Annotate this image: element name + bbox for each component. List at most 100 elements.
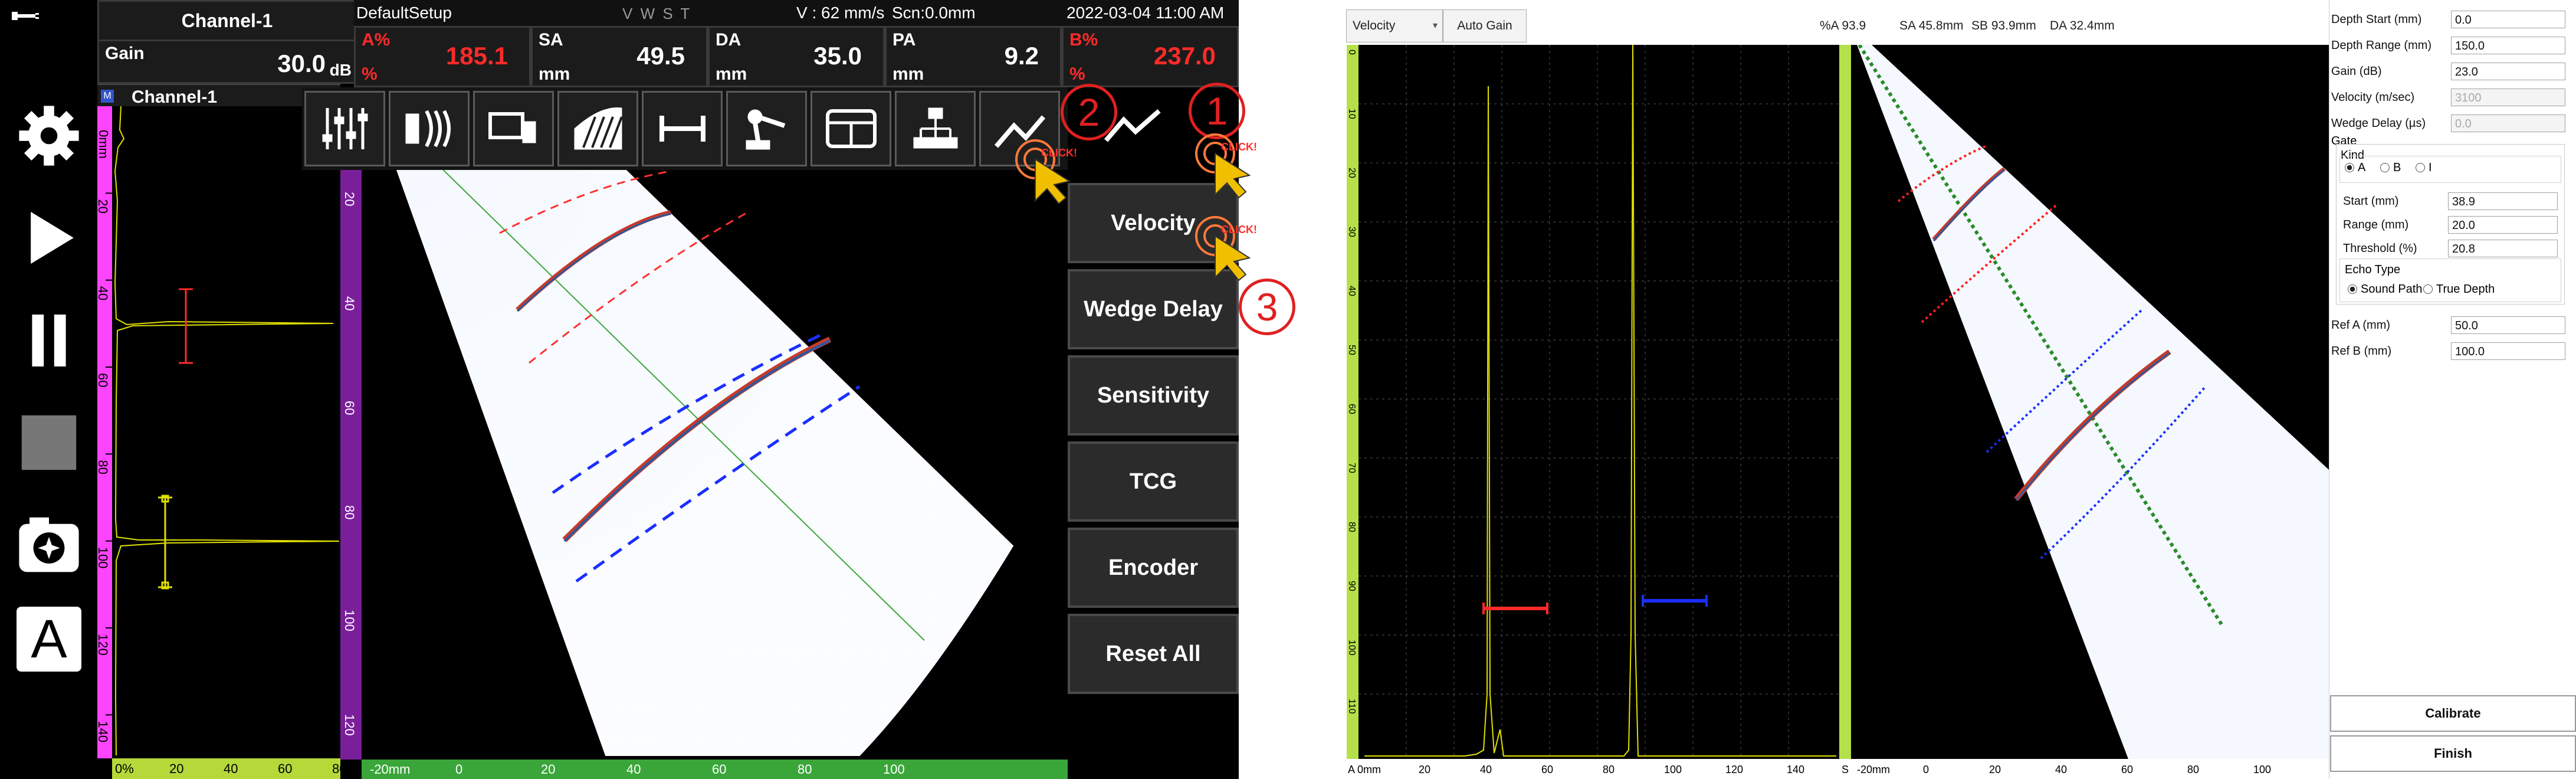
- readout-unit: %: [362, 64, 378, 84]
- echo-type-label: True Depth: [2436, 283, 2495, 296]
- gate-kind-radio[interactable]: [2416, 163, 2425, 172]
- brand-logo: V W S T: [622, 5, 692, 22]
- tool-scanner-arm[interactable]: [726, 91, 807, 166]
- sector-depth-tick: 40: [342, 296, 357, 310]
- readout-pa[interactable]: PA mm 9.2: [885, 26, 1062, 87]
- gain-cell[interactable]: Gain 30.0 dB: [97, 40, 357, 84]
- velocity-readout: V : 62 mm/s: [796, 4, 885, 22]
- a-amp-tick: 40: [224, 761, 238, 776]
- app-a-depth-tick: 30: [1347, 227, 1357, 237]
- app-sector-bottom-tick: -20mm: [1857, 764, 1890, 775]
- echo-type-radio[interactable]: [2423, 284, 2433, 294]
- readout-value: 9.2: [1004, 42, 1039, 70]
- param-field: 3100: [2451, 89, 2565, 106]
- calibrate-button[interactable]: Calibrate: [2330, 695, 2576, 732]
- side-button-sensitivity[interactable]: Sensitivity: [1068, 355, 1239, 436]
- tool-equalizer[interactable]: [304, 91, 385, 166]
- mode-select[interactable]: Velocity ▾: [1346, 9, 1443, 42]
- tool-beam[interactable]: [557, 91, 638, 166]
- sector-depth-tick: 80: [342, 505, 357, 519]
- tool-wedge[interactable]: [473, 91, 554, 166]
- echo-type-label: Sound Path: [2361, 283, 2423, 296]
- gate-kind-radio[interactable]: [2380, 163, 2390, 172]
- readout-da[interactable]: DA mm 35.0: [708, 26, 885, 87]
- gate-field[interactable]: 20.8: [2448, 240, 2558, 257]
- chevron-down-icon: ▾: [1432, 21, 1438, 31]
- app-sector-view[interactable]: S -20mm 0 20 40 60 80 100: [1839, 45, 2329, 779]
- annotation-1: 1: [1189, 83, 1245, 139]
- echo-type-radio[interactable]: [2348, 284, 2357, 294]
- ref-label: Ref A (mm): [2331, 319, 2391, 332]
- gate-field[interactable]: 38.9: [2448, 192, 2558, 210]
- side-button-label: Velocity: [1111, 210, 1196, 235]
- a-amp-tick: 20: [169, 761, 183, 776]
- side-button-reset-all[interactable]: Reset All: [1068, 614, 1239, 694]
- app-a-bottom-tick: 60: [1541, 764, 1553, 775]
- click-label: CLICK!: [1221, 141, 1257, 153]
- camera-icon[interactable]: [17, 512, 81, 577]
- tool-network[interactable]: [895, 91, 976, 166]
- tool-distance[interactable]: [642, 91, 723, 166]
- readout-label: SA: [539, 30, 563, 50]
- app-readout: DA 32.4mm: [2050, 19, 2115, 32]
- ref-field[interactable]: 100.0: [2451, 342, 2565, 360]
- distance-icon: [659, 116, 705, 142]
- gate-kind-radio[interactable]: [2345, 163, 2354, 172]
- param-value: 3100: [2455, 91, 2482, 104]
- param-field[interactable]: 0.0: [2451, 11, 2565, 28]
- finish-button[interactable]: Finish: [2330, 735, 2576, 772]
- kind-group: [2339, 156, 2561, 183]
- app-sector-depth-axis: [1839, 45, 1851, 759]
- readout-label: DA: [716, 30, 741, 50]
- readout-label: B%: [1069, 30, 1098, 50]
- a-scan-view[interactable]: 0mm 20 40 60 80 100 120 140 0% 20 40 60 80: [97, 106, 340, 779]
- app-a-depth-tick: 20: [1347, 168, 1357, 178]
- app-a-depth-tick: 70: [1347, 463, 1357, 473]
- app-a-depth-tick: 10: [1347, 109, 1357, 119]
- tool-layout[interactable]: [810, 91, 891, 166]
- sector-bottom-tick: -20mm: [370, 762, 410, 777]
- sector-bottom-tick: 40: [626, 762, 641, 777]
- channel-header[interactable]: Channel-1: [97, 0, 357, 41]
- side-button-encoder[interactable]: Encoder: [1068, 528, 1239, 608]
- play-icon[interactable]: [17, 205, 81, 270]
- readout-b-percent[interactable]: B%% 237.0: [1062, 26, 1239, 87]
- sector-depth-tick: 100: [342, 610, 357, 631]
- auto-gain-button[interactable]: Auto Gain: [1443, 9, 1527, 42]
- gain-label: Gain: [105, 44, 145, 63]
- readout-a-percent[interactable]: A%% 185.1: [354, 26, 531, 87]
- a-mode-button[interactable]: A: [17, 607, 81, 672]
- app-sector-bottom-tick: S: [1842, 764, 1849, 775]
- annotation-2: 2: [1061, 84, 1117, 140]
- app-a-bottom-tick: 140: [1787, 764, 1804, 775]
- param-field[interactable]: 150.0: [2451, 37, 2565, 54]
- app-a-bottom-tick: 120: [1725, 764, 1743, 775]
- stop-icon[interactable]: [17, 410, 81, 475]
- readout-value: 185.1: [445, 42, 508, 70]
- a-depth-tick: 20: [97, 199, 110, 213]
- scan-readout: Scn:0.0mm: [892, 4, 976, 22]
- readout-sa[interactable]: SA mm 49.5: [531, 26, 708, 87]
- panel-channel-label: Channel-1: [132, 87, 218, 107]
- sector-bottom-tick: 0: [455, 762, 462, 777]
- app-a-scan-view[interactable]: A 0mm 20 40 60 80 100 120 140 0 10 20 30 40 50 60 70 80 9…: [1347, 45, 1839, 779]
- sector-scan-view[interactable]: 20 40 60 80 100 120 -20mm 0 20 40 60 80 100: [340, 91, 1068, 779]
- auto-gain-label: Auto Gain: [1457, 19, 1512, 32]
- pause-icon[interactable]: [17, 308, 81, 373]
- tool-probe-wave[interactable]: [389, 91, 470, 166]
- a-depth-tick: 140: [97, 721, 110, 742]
- gate-field-value: 20.8: [2452, 243, 2475, 256]
- param-value: 150.0: [2455, 40, 2485, 53]
- param-field[interactable]: 23.0: [2451, 63, 2565, 80]
- side-button-label: Wedge Delay: [1084, 296, 1223, 322]
- ref-label: Ref B (mm): [2331, 345, 2392, 358]
- ref-field[interactable]: 50.0: [2451, 316, 2565, 334]
- param-value: 0.0: [2455, 14, 2472, 27]
- battery-plug-icon: [12, 12, 39, 20]
- side-button-tcg[interactable]: TCG: [1068, 441, 1239, 522]
- settings-icon[interactable]: [17, 103, 81, 168]
- app-sector-bottom-tick: 60: [2121, 764, 2133, 775]
- gate-field[interactable]: 20.0: [2448, 216, 2558, 234]
- gate-field-label: Threshold (%): [2343, 242, 2417, 255]
- click-cursor-icon: CLICK!: [1015, 139, 1077, 205]
